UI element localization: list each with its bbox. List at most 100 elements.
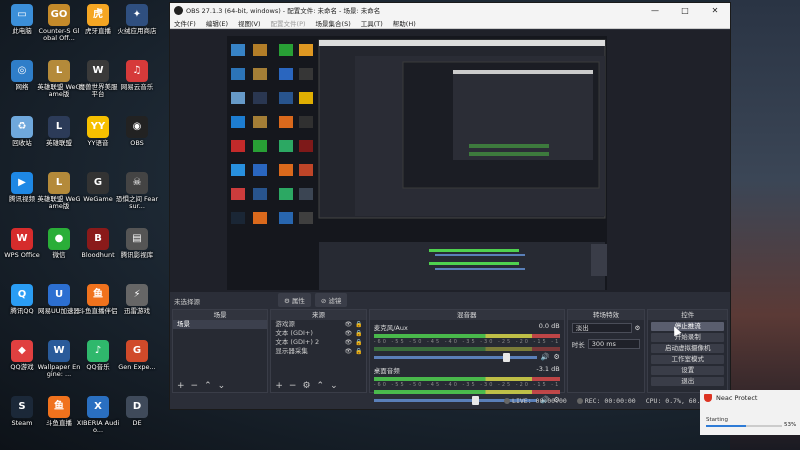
- desktop-shortcut-label: DE: [132, 419, 142, 427]
- desktop-shortcut[interactable]: G Gen Expe...: [115, 340, 159, 371]
- desktop-shortcut[interactable]: GO Counter-S Global Off...: [37, 4, 81, 43]
- desktop-shortcut[interactable]: L 英雄联盟 WeGame版: [37, 60, 81, 99]
- desktop-shortcut[interactable]: B Bloodhunt: [76, 228, 120, 259]
- bloodhunt-icon: B: [87, 228, 109, 250]
- filters-button[interactable]: ⊘ 滤镜: [314, 293, 348, 307]
- transition-select[interactable]: 淡出: [571, 323, 632, 333]
- desktop-shortcut-label: Counter-S Global Off...: [38, 27, 80, 43]
- eye-icon[interactable]: 👁: [345, 347, 353, 356]
- volume-slider[interactable]: [373, 352, 537, 362]
- minimize-button[interactable]: —: [640, 6, 670, 15]
- uu-icon: U: [48, 284, 70, 306]
- desktop-shortcut[interactable]: ☠ 恐惧之间 Fear sur...: [115, 172, 159, 211]
- eye-icon[interactable]: 👁: [345, 320, 353, 329]
- channel-settings-icon[interactable]: ⚙: [553, 353, 559, 361]
- scenes-header: 场景: [173, 310, 268, 320]
- move-down-icon[interactable]: ⌄: [218, 381, 226, 391]
- preview-canvas[interactable]: [227, 36, 607, 290]
- desktop-shortcut[interactable]: 鱼斗鱼直播: [37, 396, 81, 427]
- desktop-shortcut[interactable]: ⚡ 迅雷游戏: [115, 284, 159, 315]
- source-item[interactable]: 文本 (GDI+) 2 👁 🔒: [271, 338, 365, 347]
- properties-button[interactable]: ⚙ 属性: [278, 293, 311, 307]
- desktop-shortcut[interactable]: 鱼斗鱼直播伴侣: [76, 284, 120, 315]
- sources-toolbar: + − ⚙ ⌃ ⌄: [271, 380, 365, 392]
- lock-icon[interactable]: 🔒: [355, 338, 362, 347]
- menu-scene-collection[interactable]: 场景集合(S): [316, 18, 351, 28]
- menu-profile[interactable]: 配置文件(P): [271, 18, 306, 28]
- docks-area: 场景 场景 + − ⌃ ⌄ 来源 游戏源 👁 🔒 文本 (GDI+) 👁 🔒 文本 (G…: [170, 309, 730, 405]
- add-source-icon[interactable]: +: [275, 381, 283, 391]
- qq-icon: Q: [11, 284, 33, 306]
- menu-file[interactable]: 文件(F): [174, 18, 196, 28]
- volume-slider-handle[interactable]: [503, 352, 511, 362]
- eye-icon[interactable]: 👁: [345, 329, 353, 338]
- menu-edit[interactable]: 编辑(E): [206, 18, 228, 28]
- window-title: OBS 27.1.3 (64-bit, windows) - 配置文件: 未命名…: [186, 7, 381, 15]
- desktop-shortcut[interactable]: D DE: [115, 396, 159, 427]
- desktop-shortcut[interactable]: X XIBERIA Audio...: [76, 396, 120, 435]
- menu-help[interactable]: 帮助(H): [393, 18, 416, 28]
- mixer-dock: 混音器 麦克风/Aux 0.0 dB -60 -55 -50 -45 -40 -3…: [368, 309, 565, 405]
- volume-meter: [373, 377, 560, 381]
- move-up-icon[interactable]: ⌃: [317, 381, 325, 391]
- desktop-shortcut-label: 英雄联盟 WeGame版: [37, 83, 81, 99]
- desktop-shortcut-label: Gen Expe...: [118, 363, 156, 371]
- stop-streaming-button[interactable]: 停止推流: [651, 322, 724, 331]
- controls-header: 控件: [648, 310, 727, 320]
- desktop-shortcut[interactable]: ▤ 腾讯影视库: [115, 228, 159, 259]
- desktop-shortcut[interactable]: 虎虎牙直播: [76, 4, 120, 35]
- lol-icon: L: [48, 116, 70, 138]
- volume-meter: [373, 334, 560, 338]
- lock-icon[interactable]: 🔒: [355, 347, 362, 356]
- desktop-shortcut-label: Wallpaper Engine: ...: [37, 363, 81, 379]
- desktop-shortcut-label: 火绒应用商店: [117, 27, 157, 35]
- remove-source-icon[interactable]: −: [289, 381, 297, 391]
- huya-icon: 虎: [87, 4, 109, 26]
- eye-icon[interactable]: 👁: [345, 338, 353, 347]
- source-item[interactable]: 游戏源 👁 🔒: [271, 320, 365, 329]
- desktop-shortcut[interactable]: ◉ OBS: [115, 116, 159, 147]
- desktop-shortcut[interactable]: W Wallpaper Engine: ...: [37, 340, 81, 379]
- desktop-wallpaper: [730, 0, 800, 450]
- desktop-shortcut[interactable]: ● 微信: [37, 228, 81, 259]
- netease-music-icon: ♫: [126, 60, 148, 82]
- live-time: LIVE: 00:00:00: [512, 397, 567, 405]
- studio-mode-button[interactable]: 工作室模式: [651, 355, 724, 364]
- speaker-icon[interactable]: 🔊: [541, 353, 550, 361]
- move-down-icon[interactable]: ⌄: [330, 381, 338, 391]
- lock-icon[interactable]: 🔒: [355, 329, 362, 338]
- desktop-shortcut[interactable]: YY YY语音: [76, 116, 120, 147]
- source-item[interactable]: 文本 (GDI+) 👁 🔒: [271, 329, 365, 338]
- maximize-button[interactable]: □: [670, 6, 700, 15]
- desktop-shortcut-label: 虎牙直播: [85, 27, 111, 35]
- settings-button[interactable]: 设置: [651, 366, 724, 375]
- no-source-selected-label: 未选择源: [174, 298, 200, 306]
- source-settings-icon[interactable]: ⚙: [302, 381, 310, 391]
- desktop-shortcut[interactable]: G WeGame: [76, 172, 120, 203]
- menu-tools[interactable]: 工具(T): [361, 18, 383, 28]
- remove-scene-icon[interactable]: −: [191, 381, 199, 391]
- exit-button[interactable]: 退出: [651, 377, 724, 386]
- lock-icon[interactable]: 🔒: [355, 320, 362, 329]
- tencent-library-icon: ▤: [126, 228, 148, 250]
- start-recording-button[interactable]: 开始录制: [651, 333, 724, 342]
- close-button[interactable]: ✕: [700, 6, 730, 15]
- add-scene-icon[interactable]: +: [177, 381, 185, 391]
- start-virtual-camera-button[interactable]: 启动虚拟摄像机: [651, 344, 724, 353]
- desktop-shortcut[interactable]: ♪ QQ音乐: [76, 340, 120, 371]
- desktop-shortcut[interactable]: W 魔兽世界美服平台: [76, 60, 120, 99]
- preview-area[interactable]: [170, 30, 730, 292]
- menu-view[interactable]: 视图(V): [238, 18, 261, 28]
- source-label: 显示器采集: [275, 347, 308, 355]
- shield-icon: [704, 394, 712, 402]
- transition-settings-icon[interactable]: ⚙: [635, 324, 641, 332]
- scene-item[interactable]: 场景: [173, 320, 268, 329]
- desktop-shortcut[interactable]: U 网易UU加速器: [37, 284, 81, 315]
- desktop-shortcut[interactable]: ✦ 火绒应用商店: [115, 4, 159, 35]
- desktop-shortcut[interactable]: L 英雄联盟: [37, 116, 81, 147]
- duration-input[interactable]: 300 ms: [587, 339, 641, 349]
- desktop-shortcut[interactable]: ♫ 网易云音乐: [115, 60, 159, 91]
- desktop-shortcut[interactable]: L 英雄联盟 WeGame版: [37, 172, 81, 211]
- move-up-icon[interactable]: ⌃: [204, 381, 212, 391]
- source-item[interactable]: 显示器采集 👁 🔒: [271, 347, 365, 356]
